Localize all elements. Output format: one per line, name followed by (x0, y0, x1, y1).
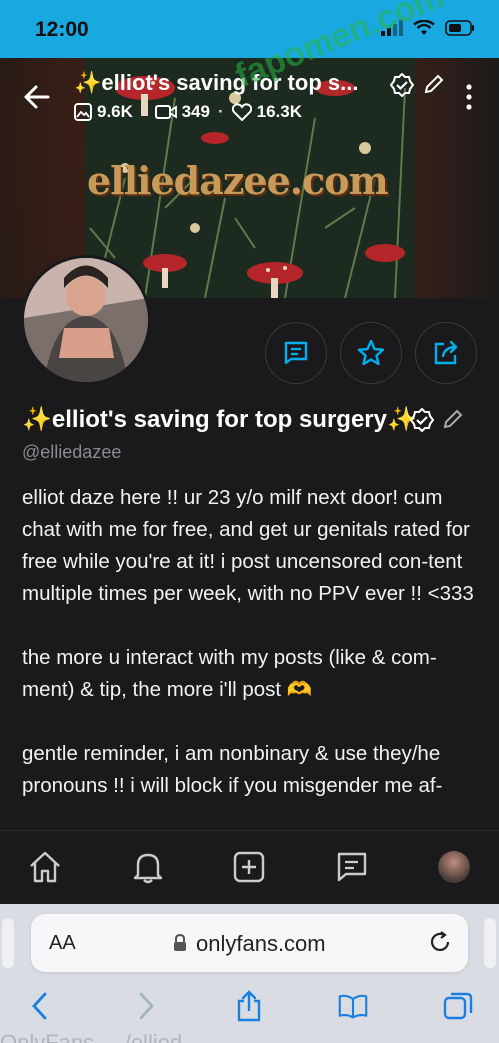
nav-messages[interactable] (334, 849, 370, 885)
reader-aa-button[interactable]: AA (49, 932, 76, 955)
bio-paragraph: gentle reminder, i am nonbinary & use th… (22, 742, 443, 797)
avatar-photo (24, 258, 148, 382)
tabs-button[interactable] (443, 990, 473, 1022)
stat-images: 9.6K (74, 102, 133, 122)
bio-paragraph: the more u interact with my posts (like … (22, 646, 437, 701)
back-arrow-icon[interactable] (22, 82, 52, 112)
share-upload-icon (237, 990, 261, 1022)
heart-icon (231, 103, 252, 121)
book-icon (338, 994, 368, 1019)
tab-preview-text: OnlyFans ... /ellied... (0, 1030, 201, 1043)
verified-icon (390, 73, 414, 97)
stat-images-count: 9.6K (97, 102, 133, 121)
chevron-right-icon (139, 992, 154, 1020)
share-sheet-button[interactable] (234, 990, 264, 1022)
nav-stats: 9.6K · 349 · 16.3K (74, 102, 302, 122)
bell-icon (133, 853, 163, 884)
back-button[interactable] (24, 990, 54, 1022)
chevron-left-icon (32, 992, 47, 1020)
share-icon (434, 340, 458, 365)
message-icon (284, 341, 308, 365)
nav-add-post[interactable] (231, 849, 267, 885)
profile-bio: elliot daze here !! ur 23 y/o milf next … (22, 482, 482, 834)
address-bar[interactable]: AA onlyfans.com (31, 914, 468, 972)
username: @elliedazee (22, 442, 122, 462)
stat-videos-count: 349 (181, 102, 210, 121)
lock-icon (174, 934, 186, 951)
nav-profile-avatar[interactable] (438, 851, 470, 883)
stat-likes-count: 16.3K (256, 102, 303, 121)
profile-name: ✨elliot's saving for top surgery✨ (22, 406, 417, 433)
star-icon (357, 339, 385, 366)
name-icons (410, 408, 464, 432)
tab-edge-left (2, 918, 14, 968)
profile-avatar[interactable] (21, 255, 151, 385)
favorite-button[interactable] (340, 322, 402, 384)
status-time: 12:00 (35, 18, 89, 41)
edit-pencil-icon[interactable] (423, 73, 445, 95)
edit-pencil-icon[interactable] (442, 408, 464, 430)
tabs-icon (443, 992, 473, 1020)
image-icon (74, 103, 92, 121)
battery-icon (445, 20, 474, 36)
stat-likes: 16.3K (231, 102, 303, 122)
home-icon (30, 851, 60, 883)
bottom-nav (0, 830, 499, 904)
browser-chrome: AA onlyfans.com OnlyFans ... /ellied... (0, 904, 499, 1043)
stat-separator: · (140, 102, 147, 121)
url-text[interactable]: onlyfans.com (196, 931, 326, 957)
forward-button[interactable] (132, 990, 162, 1022)
stat-separator: · (217, 102, 224, 121)
reload-icon[interactable] (428, 930, 452, 954)
stat-videos: 349 (154, 102, 210, 122)
nav-home[interactable] (27, 849, 63, 885)
add-post-icon (233, 851, 265, 883)
bio-paragraph: elliot daze here !! ur 23 y/o milf next … (22, 486, 474, 605)
tab-edge-right (484, 918, 496, 968)
chat-icon (337, 852, 367, 882)
cover-watermark: elliedazee.com (87, 158, 389, 203)
verified-icon (410, 408, 434, 432)
message-button[interactable] (265, 322, 327, 384)
share-button[interactable] (415, 322, 477, 384)
nav-notifications[interactable] (130, 849, 166, 885)
video-icon (154, 105, 177, 119)
nav-title: ✨elliot's saving for top s... (74, 70, 359, 95)
more-options-icon[interactable] (466, 84, 472, 110)
bookmarks-button[interactable] (338, 990, 368, 1022)
